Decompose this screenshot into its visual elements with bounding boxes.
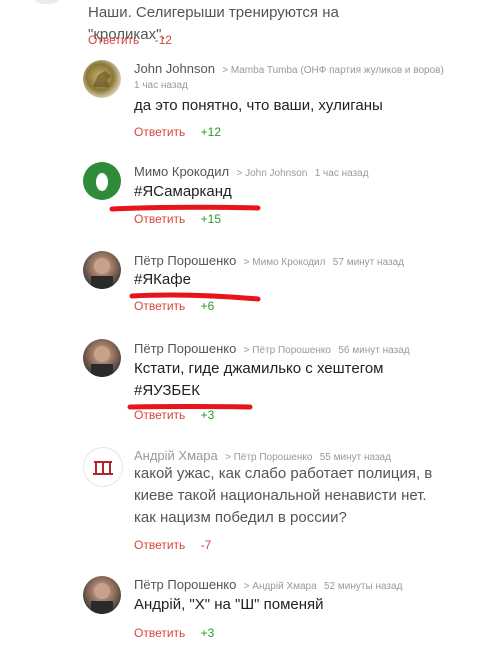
reply-button[interactable]: Ответить	[134, 626, 185, 640]
reply-to-link[interactable]: > Mamba Tumba (ОНФ партия жуликов и воро…	[222, 65, 444, 76]
user-photo-icon	[91, 346, 113, 377]
avatar[interactable]	[83, 447, 123, 487]
comment-text: да это понятно, что ваши, хулиганы	[134, 97, 383, 114]
comment-text: Кстати, гиде джамилько с хештегом #ЯУЗБЕ…	[134, 358, 464, 402]
timestamp: 55 минут назад	[319, 452, 391, 463]
reply-button[interactable]: Ответить	[134, 212, 185, 226]
reply-to-link[interactable]: > John Johnson	[236, 168, 307, 179]
vote-score: -12	[154, 33, 172, 47]
author-name[interactable]: John Johnson	[134, 61, 215, 76]
comment-text: какой ужас, как слабо работает полиция, …	[134, 463, 464, 529]
timestamp: 1 час назад	[134, 80, 188, 91]
reply-to-link[interactable]: > Пётр Порошенко	[244, 345, 331, 356]
timestamp: 52 минуты назад	[324, 581, 403, 592]
timestamp: 57 минут назад	[332, 257, 404, 268]
vote-score: +12	[200, 125, 221, 139]
reply-button[interactable]: Ответить	[88, 33, 139, 47]
horse-emblem-icon	[93, 71, 111, 87]
reply-button[interactable]: Ответить	[134, 408, 185, 422]
avatar[interactable]	[83, 339, 121, 377]
timestamp: 56 минут назад	[338, 345, 410, 356]
egg-logo-icon	[96, 173, 108, 191]
comment-text-line: Кстати, гиде джамилько с хештегом	[134, 360, 384, 377]
avatar	[30, 0, 64, 4]
vote-score: +15	[200, 212, 221, 226]
avatar[interactable]	[83, 60, 121, 98]
comment-text: #ЯКафе	[134, 271, 191, 288]
reply-to-link[interactable]: > Пётр Порошенко	[225, 452, 312, 463]
comment-text: #ЯСамарканд	[134, 183, 232, 200]
avatar[interactable]	[83, 576, 121, 614]
avatar[interactable]	[83, 251, 121, 289]
comment-text: Андрій, "Х" на "Ш" поменяй	[134, 596, 324, 613]
author-name[interactable]: Пётр Порошенко	[134, 577, 236, 592]
author-name[interactable]: Мимо Крокодил	[134, 164, 229, 179]
reply-button[interactable]: Ответить	[134, 299, 185, 313]
author-name[interactable]: Андрій Хмара	[134, 448, 218, 463]
user-photo-icon	[91, 583, 113, 614]
author-name[interactable]: Пётр Порошенко	[134, 341, 236, 356]
comment-text-line: как нацизм победил в россии?	[134, 509, 347, 526]
comment-text-line: киеве такой национальной ненависти нет.	[134, 487, 427, 504]
reply-button[interactable]: Ответить	[134, 125, 185, 139]
timestamp: 1 час назад	[314, 168, 369, 179]
comment-text-line: #ЯУЗБЕК	[134, 382, 201, 399]
vote-score: +3	[200, 626, 215, 640]
reply-to-link[interactable]: > Мимо Крокодил	[244, 257, 326, 268]
vote-score: +6	[200, 299, 215, 313]
reply-to-link[interactable]: > Андрій Хмара	[244, 581, 317, 592]
vote-score: +3	[200, 408, 215, 422]
reply-button[interactable]: Ответить	[134, 538, 185, 552]
vote-score: -7	[200, 538, 212, 552]
crimean-tamga-icon	[93, 461, 113, 475]
comment-text-line: какой ужас, как слабо работает полиция, …	[134, 465, 433, 482]
avatar[interactable]	[83, 162, 121, 200]
author-name[interactable]: Пётр Порошенко	[134, 253, 236, 268]
user-photo-icon	[91, 258, 113, 289]
